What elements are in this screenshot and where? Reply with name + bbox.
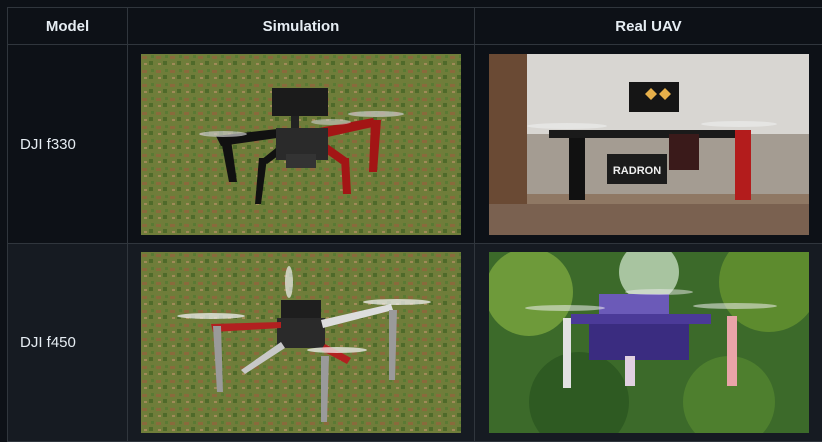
drone-label: RADRON (612, 165, 660, 177)
header-row: Model Simulation Real UAV (8, 8, 822, 45)
table-row: DJI f330 (8, 45, 822, 244)
header-model: Model (8, 8, 128, 45)
real-uav-cell (475, 244, 822, 442)
real-image-f450 (489, 252, 809, 433)
header-real-uav: Real UAV (475, 8, 822, 45)
simulation-image-f450 (141, 252, 461, 433)
simulation-image-f330 (141, 54, 461, 235)
model-name: DJI f330 (8, 45, 128, 244)
real-uav-cell: RADRON (475, 45, 822, 244)
header-simulation: Simulation (128, 8, 475, 45)
simulation-cell (128, 244, 475, 442)
real-image-f330: RADRON (489, 54, 809, 235)
model-name: DJI f450 (8, 244, 128, 442)
table-row: DJI f450 (8, 244, 822, 442)
comparison-table: Model Simulation Real UAV DJI f330 (7, 7, 822, 442)
simulation-cell (128, 45, 475, 244)
